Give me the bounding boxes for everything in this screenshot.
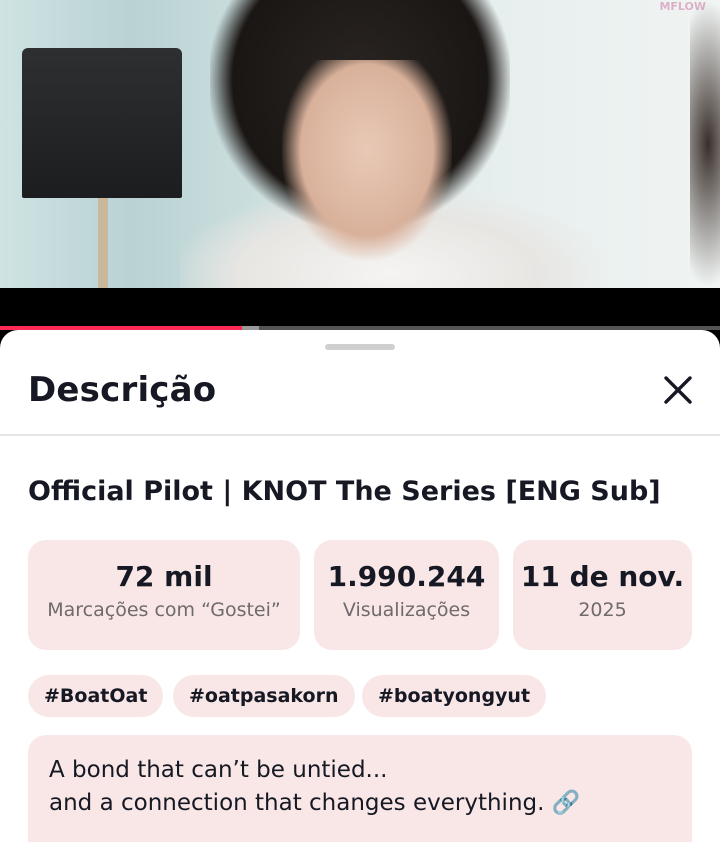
views-count: 1.990.244: [327, 560, 486, 593]
likes-count: 72 mil: [115, 560, 213, 593]
drag-handle[interactable]: [325, 344, 395, 350]
stat-likes: 72 mil Marcações com “Gostei”: [28, 540, 300, 650]
post-date: 11 de nov.: [520, 560, 685, 593]
description-sheet: Descrição Official Pilot | KNOT The Seri…: [0, 330, 720, 842]
stat-date: 11 de nov. 2025: [513, 540, 692, 650]
hashtag-chip[interactable]: #oatpasakorn: [173, 675, 355, 717]
close-icon: [664, 376, 692, 404]
stat-views: 1.990.244 Visualizações: [314, 540, 499, 650]
video-letterbox: [0, 288, 720, 326]
hashtag-chip[interactable]: #BoatOat: [28, 675, 164, 717]
description-line: A bond that can’t be untied...: [49, 757, 388, 783]
video-player[interactable]: MFLOW: [0, 0, 720, 288]
views-label: Visualizações: [342, 599, 471, 621]
video-title: Official Pilot | KNOT The Series [ENG Su…: [28, 476, 661, 507]
sheet-title: Descrição: [28, 370, 217, 410]
hashtag-chip[interactable]: #boatyongyut: [362, 675, 547, 717]
sheet-header: Descrição: [0, 356, 720, 436]
video-watermark: MFLOW: [659, 0, 706, 13]
description-line: and a connection that changes everything…: [49, 790, 581, 816]
background-lamp-stem: [98, 198, 108, 288]
close-button[interactable]: [658, 370, 698, 410]
second-person-edge: [690, 0, 720, 288]
description-box: A bond that can’t be untied... and a con…: [28, 735, 692, 842]
post-year: 2025: [578, 599, 627, 621]
background-lamp: [22, 48, 182, 198]
person-face: [282, 60, 452, 260]
likes-label: Marcações com “Gostei”: [47, 599, 281, 621]
